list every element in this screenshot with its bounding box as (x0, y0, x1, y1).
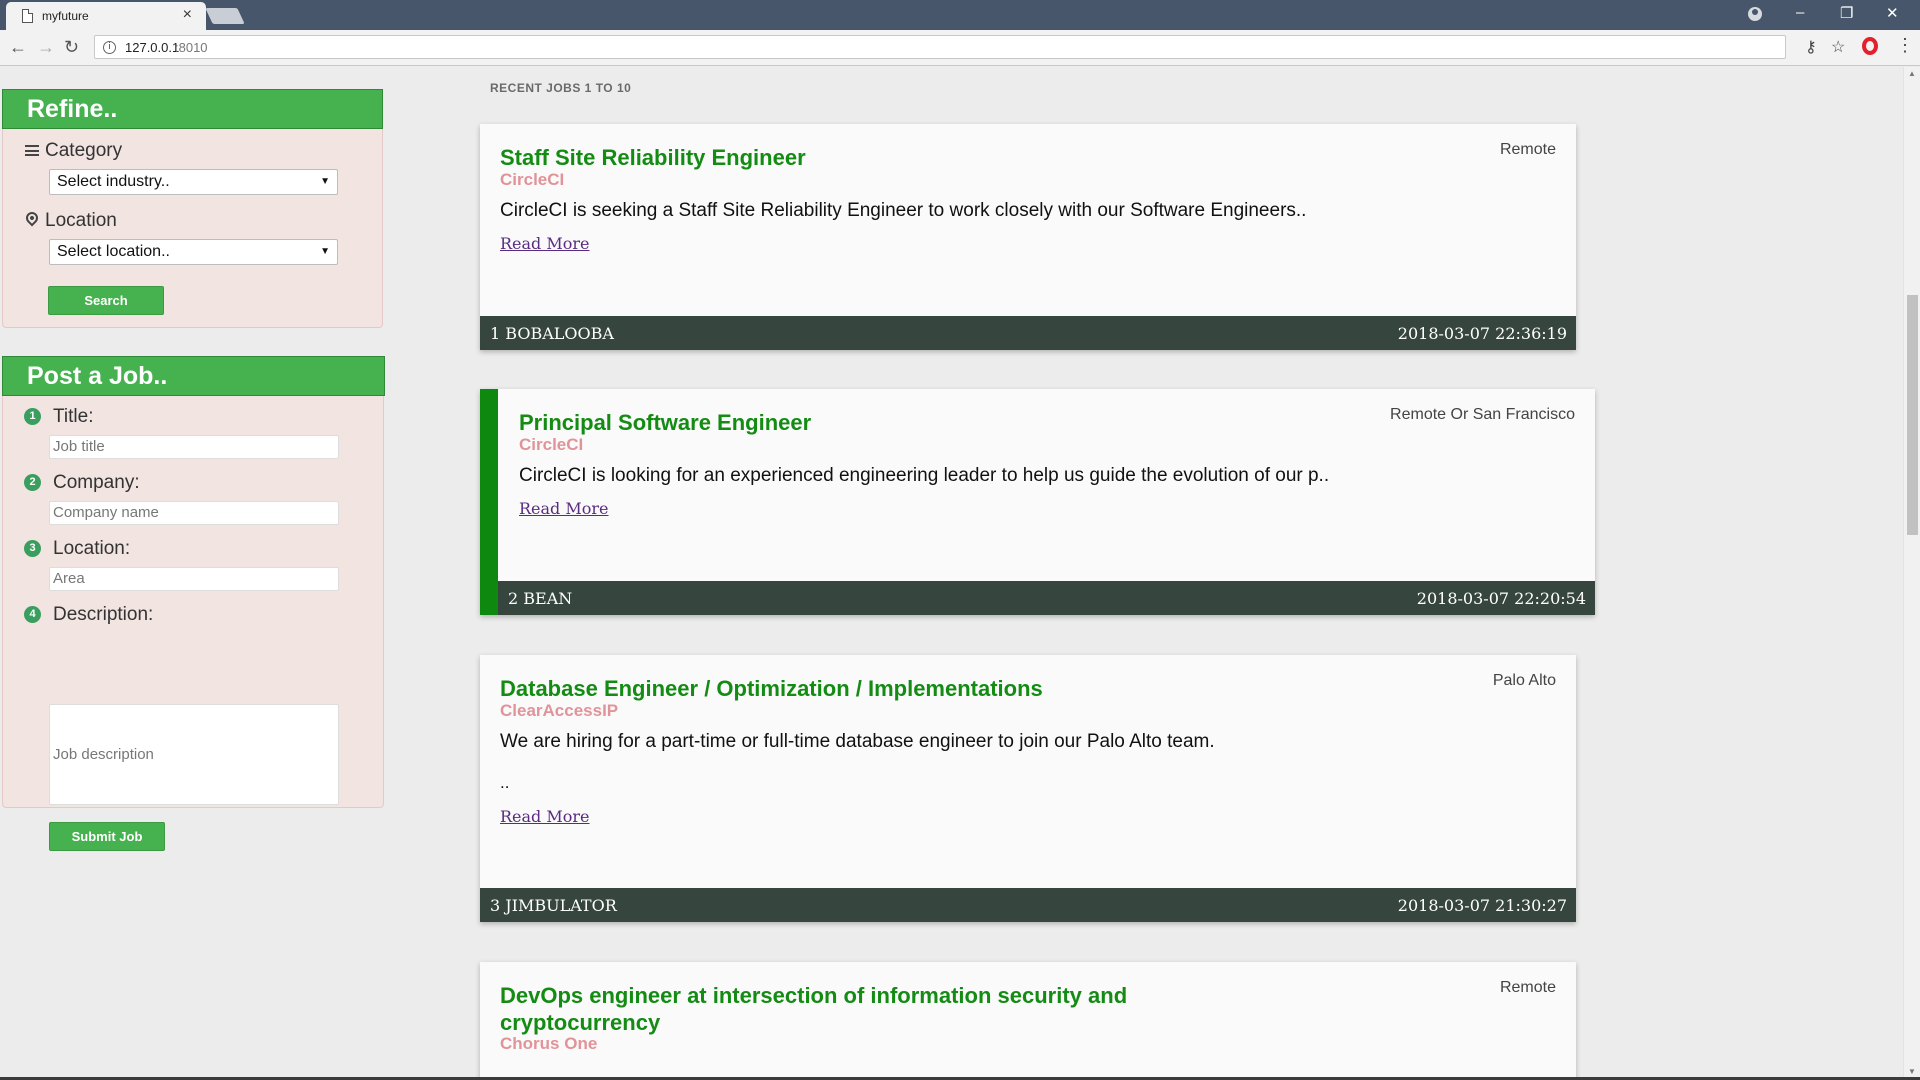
minimize-icon[interactable]: – (1796, 4, 1804, 21)
job-footer: 3 JIMBULATOR 2018-03-07 21:30:27 (480, 888, 1576, 922)
category-label: Category (45, 140, 123, 161)
job-title[interactable]: Database Engineer / Optimization / Imple… (500, 675, 1043, 702)
job-company: CircleCI (519, 435, 584, 454)
submit-job-button[interactable]: Submit Job (49, 822, 165, 851)
location-field-label: Location: (53, 538, 131, 559)
refine-heading: Refine.. (2, 89, 383, 129)
job-footer: 1 BOBALOOBA 2018-03-07 22:36:19 (480, 316, 1576, 350)
read-more-link[interactable]: Read More (519, 499, 609, 518)
menu-icon[interactable]: ⋮ (1896, 35, 1914, 56)
job-description: CircleCI is seeking a Staff Site Reliabi… (500, 200, 1307, 221)
description-label: Description: (53, 604, 154, 625)
category-selected: Select industry.. (57, 173, 170, 190)
location-label: Location (45, 210, 117, 231)
back-icon[interactable]: ← (9, 37, 27, 58)
area-input[interactable]: Area (49, 567, 339, 591)
job-location: Remote (1499, 141, 1556, 158)
job-company: Chorus One (500, 1034, 598, 1053)
scroll-down-arrow-icon[interactable]: ▼ (1908, 1067, 1916, 1076)
company-label: Company: (53, 472, 140, 493)
job-title-input[interactable]: Job title (49, 435, 339, 459)
close-tab-icon[interactable]: × (183, 6, 192, 24)
category-list-icon (25, 145, 39, 156)
browser-tab-strip: myfuture × – ❐ ✕ (0, 0, 1920, 30)
job-card: DevOps engineer at intersection of infor… (480, 962, 1576, 1077)
scrollbar-thumb[interactable] (1907, 295, 1918, 535)
vertical-scrollbar[interactable]: ▲ ▼ (1903, 67, 1920, 1078)
job-title[interactable]: Staff Site Reliability Engineer (500, 144, 806, 171)
job-location: Remote (1499, 979, 1556, 996)
job-poster: 2 BEAN (508, 589, 573, 608)
address-bar: ← → ↻ i 127.0.0.1 :8010 ⚷ ☆ ⋮ (0, 30, 1920, 66)
location-select[interactable]: Select location.. ▼ (49, 239, 338, 265)
category-select[interactable]: Select industry.. ▼ (49, 169, 338, 195)
read-more-link[interactable]: Read More (500, 234, 590, 253)
jobs-list-header: RECENT JOBS 1 TO 10 (490, 81, 632, 95)
reload-icon[interactable]: ↻ (64, 37, 79, 58)
job-description-ellipsis: .. (500, 773, 510, 792)
job-location: Remote Or San Francisco (1390, 406, 1575, 423)
job-poster: 3 JIMBULATOR (490, 896, 617, 915)
profile-icon[interactable] (1748, 7, 1762, 21)
url-port: :8010 (175, 40, 208, 55)
step-badge-4: 4 (24, 606, 41, 623)
dropdown-caret-icon: ▼ (320, 246, 330, 257)
title-label: Title: (53, 406, 94, 427)
dropdown-caret-icon: ▼ (320, 176, 330, 187)
job-description-textarea[interactable]: Job description (49, 704, 339, 805)
page-icon (22, 9, 33, 23)
company-name-input[interactable]: Company name (49, 501, 339, 525)
url-host: 127.0.0.1 (125, 40, 180, 55)
key-icon[interactable]: ⚷ (1805, 37, 1817, 57)
job-company: ClearAccessIP (500, 701, 619, 720)
refine-panel: Refine.. Category Select industry.. ▼ Lo… (2, 89, 383, 328)
step-badge-1: 1 (24, 408, 41, 425)
selected-accent-bar (480, 389, 498, 615)
browser-tab[interactable]: myfuture × (6, 2, 206, 30)
step-badge-3: 3 (24, 540, 41, 557)
post-job-panel: Post a Job.. 1 Title: Job title 2 Compan… (2, 356, 385, 851)
location-selected: Select location.. (57, 243, 170, 260)
job-title[interactable]: DevOps engineer at intersection of infor… (500, 982, 1260, 1036)
url-field[interactable]: i 127.0.0.1 :8010 ⚷ ☆ (94, 35, 1845, 59)
restore-icon[interactable]: ❐ (1840, 4, 1853, 22)
read-more-link[interactable]: Read More (500, 807, 590, 826)
job-title[interactable]: Principal Software Engineer (519, 409, 811, 436)
page-content: Refine.. Category Select industry.. ▼ Lo… (0, 67, 1920, 1077)
scroll-up-arrow-icon[interactable]: ▲ (1908, 69, 1916, 78)
search-button[interactable]: Search (48, 286, 164, 315)
job-footer: 2 BEAN 2018-03-07 22:20:54 (498, 581, 1595, 615)
tab-title: myfuture (42, 9, 89, 23)
job-description: CircleCI is looking for an experienced e… (519, 465, 1330, 486)
new-tab-button[interactable] (205, 8, 245, 24)
opera-icon[interactable] (1862, 37, 1878, 55)
info-icon[interactable]: i (103, 41, 116, 54)
job-company: CircleCI (500, 170, 565, 189)
job-card-selected: Principal Software Engineer CircleCI Rem… (480, 389, 1595, 615)
job-poster: 1 BOBALOOBA (490, 324, 614, 343)
job-timestamp: 2018-03-07 22:20:54 (1416, 589, 1586, 608)
step-badge-2: 2 (24, 474, 41, 491)
bookmark-star-icon[interactable]: ☆ (1831, 37, 1845, 57)
window-close-icon[interactable]: ✕ (1886, 4, 1899, 22)
job-location: Palo Alto (1492, 672, 1556, 689)
job-timestamp: 2018-03-07 22:36:19 (1397, 324, 1567, 343)
job-card: Staff Site Reliability Engineer CircleCI… (480, 124, 1576, 350)
job-timestamp: 2018-03-07 21:30:27 (1397, 896, 1567, 915)
job-description: We are hiring for a part-time or full-ti… (500, 731, 1215, 752)
location-pin-icon (23, 209, 41, 227)
post-job-heading: Post a Job.. (2, 356, 385, 396)
forward-icon[interactable]: → (37, 37, 55, 58)
job-card: Database Engineer / Optimization / Imple… (480, 655, 1576, 922)
